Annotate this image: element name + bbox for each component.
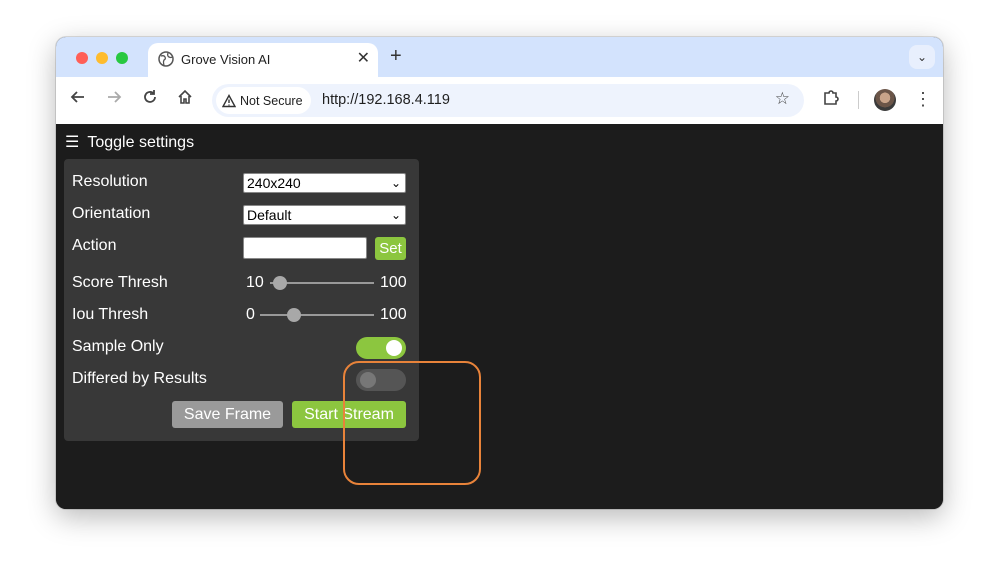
orientation-value: Default bbox=[247, 207, 292, 223]
highlight-annotation bbox=[343, 361, 481, 485]
browser-window: Grove Vision AI ✕ + ⌄ Not Secure http://… bbox=[56, 37, 943, 509]
save-frame-button[interactable]: Save Frame bbox=[172, 401, 283, 428]
back-arrow-icon bbox=[70, 91, 84, 103]
security-label: Not Secure bbox=[240, 93, 303, 108]
home-button[interactable] bbox=[173, 85, 197, 113]
forward-arrow-icon bbox=[108, 91, 122, 103]
differed-by-results-label: Differed by Results bbox=[72, 370, 207, 387]
sample-only-label: Sample Only bbox=[72, 338, 164, 355]
new-tab-button[interactable]: + bbox=[390, 45, 402, 68]
resolution-select[interactable]: 240x240 ⌄ bbox=[243, 173, 406, 193]
toggle-settings-label: Toggle settings bbox=[87, 134, 195, 151]
iou-thresh-slider-thumb[interactable] bbox=[287, 308, 302, 322]
tab-title: Grove Vision AI bbox=[181, 52, 271, 67]
score-thresh-value: 10 bbox=[246, 274, 264, 291]
address-bar[interactable]: Not Secure http://192.168.4.119 ☆ bbox=[212, 84, 804, 117]
toggle-settings-button[interactable]: ☰ Toggle settings bbox=[65, 132, 194, 152]
close-window-button[interactable] bbox=[76, 52, 88, 64]
sample-only-toggle[interactable] bbox=[356, 337, 406, 359]
iou-thresh-label: Iou Thresh bbox=[72, 306, 149, 323]
browser-toolbar: Not Secure http://192.168.4.119 ☆ ⋮ bbox=[56, 77, 943, 124]
browser-tab[interactable]: Grove Vision AI ✕ bbox=[148, 43, 378, 77]
star-icon[interactable]: ☆ bbox=[775, 89, 790, 109]
puzzle-icon bbox=[824, 90, 839, 105]
reload-icon bbox=[144, 90, 156, 103]
toggle-knob bbox=[386, 340, 402, 356]
iou-thresh-track[interactable] bbox=[260, 314, 374, 316]
score-thresh-max: 100 bbox=[380, 274, 407, 291]
score-thresh-slider-thumb[interactable] bbox=[273, 276, 288, 290]
iou-thresh-value: 0 bbox=[246, 306, 255, 323]
resolution-value: 240x240 bbox=[247, 175, 301, 191]
warning-triangle-icon bbox=[222, 93, 236, 107]
chevron-down-icon: ⌄ bbox=[390, 176, 401, 190]
chevron-down-icon: ⌄ bbox=[390, 208, 401, 222]
set-button[interactable]: Set bbox=[375, 237, 406, 260]
globe-icon bbox=[158, 51, 174, 67]
score-thresh-label: Score Thresh bbox=[72, 274, 168, 291]
close-tab-icon[interactable]: ✕ bbox=[357, 48, 370, 68]
tab-strip: Grove Vision AI ✕ + ⌄ bbox=[56, 37, 943, 77]
minimize-window-button[interactable] bbox=[96, 52, 108, 64]
tab-search-button[interactable]: ⌄ bbox=[909, 45, 935, 69]
reload-button[interactable] bbox=[138, 85, 162, 113]
toolbar-divider bbox=[858, 91, 859, 109]
orientation-select[interactable]: Default ⌄ bbox=[243, 205, 406, 225]
security-chip[interactable]: Not Secure bbox=[216, 87, 311, 114]
maximize-window-button[interactable] bbox=[116, 52, 128, 64]
action-label: Action bbox=[72, 237, 117, 254]
hamburger-icon: ☰ bbox=[65, 134, 80, 151]
forward-button[interactable] bbox=[102, 85, 126, 113]
home-icon bbox=[178, 89, 192, 104]
back-button[interactable] bbox=[66, 85, 90, 113]
iou-thresh-max: 100 bbox=[380, 306, 407, 323]
action-input[interactable] bbox=[243, 237, 367, 259]
page-content: ☰ Toggle settings Resolution 240x240 ⌄ Or… bbox=[56, 124, 943, 509]
profile-avatar[interactable] bbox=[874, 89, 896, 111]
kebab-menu-icon[interactable]: ⋮ bbox=[914, 88, 932, 110]
extensions-button[interactable] bbox=[822, 88, 840, 111]
resolution-label: Resolution bbox=[72, 173, 148, 190]
url-text[interactable]: http://192.168.4.119 bbox=[322, 92, 450, 108]
orientation-label: Orientation bbox=[72, 205, 151, 222]
